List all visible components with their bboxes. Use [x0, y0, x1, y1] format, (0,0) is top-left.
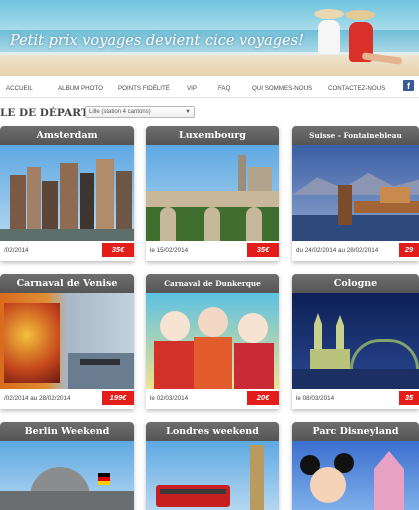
trip-date: /02/2014 au 28/02/2014 [4, 395, 71, 402]
trip-photo-luxembourg [146, 145, 279, 241]
trip-photo-cologne [292, 293, 419, 389]
trip-date: le 08/03/2014 [296, 395, 335, 402]
trip-photo-londres [146, 441, 279, 510]
trip-card-londres[interactable]: Londres weekend [146, 422, 279, 510]
trip-card-title: Carnaval de Venise [0, 274, 134, 293]
price-badge: 35€ [247, 243, 279, 257]
trip-date: le 02/03/2014 [150, 395, 189, 402]
departure-select[interactable]: Lille (station 4 cantons) ▼ [85, 106, 195, 118]
nav-item-contactez-nous[interactable]: CONTACTEZ-NOUS [328, 85, 385, 92]
trip-card-berlin[interactable]: Berlin Weekend [0, 422, 134, 510]
chevron-down-icon: ▼ [185, 109, 191, 115]
header-banner: Petit prix voyages devient cice voyages! [0, 0, 419, 76]
banner-title: Petit prix voyages devient cice voyages! [10, 33, 304, 49]
trip-card-disneyland[interactable]: Parc Disneyland [292, 422, 419, 510]
trip-date: /02/2014 [4, 247, 29, 254]
nav-divider [0, 97, 419, 98]
trip-date: le 15/02/2014 [150, 247, 189, 254]
nav-item-accueil[interactable]: ACCUEIL [6, 85, 33, 92]
trip-photo-dunkerque [146, 293, 279, 389]
trip-card-footer: du 24/02/2014 au 28/02/2014 29 [292, 241, 419, 261]
trip-card-footer: /02/2014 au 28/02/2014 199€ [0, 389, 134, 409]
trip-photo-disneyland [292, 441, 419, 510]
trip-card-title: Londres weekend [146, 422, 279, 441]
trip-photo-suisse [292, 145, 419, 241]
banner-person [318, 20, 340, 54]
trip-card-title: Amsterdam [0, 126, 134, 145]
trip-card-footer: le 08/03/2014 35 [292, 389, 419, 409]
trip-card-title: Berlin Weekend [0, 422, 134, 441]
nav-item-faq[interactable]: FAQ [218, 85, 230, 92]
trip-date: du 24/02/2014 au 28/02/2014 [296, 247, 379, 254]
price-badge: 20€ [247, 391, 279, 405]
trip-card-venise[interactable]: Carnaval de Venise /02/2014 au 28/02/201… [0, 274, 134, 409]
trip-card-title: Parc Disneyland [292, 422, 419, 441]
departure-label: LE DE DÉPART : [0, 107, 97, 119]
trip-card-title: Carnaval de Dunkerque [146, 274, 279, 293]
price-badge: 35 [399, 391, 419, 405]
trip-card-dunkerque[interactable]: Carnaval de Dunkerque le 02/03/2014 20€ [146, 274, 279, 409]
trip-card-luxembourg[interactable]: Luxembourg le 15/02/2014 35€ [146, 126, 279, 261]
nav-item-qui-sommes-nous[interactable]: QUI SOMMES-NOUS [252, 85, 312, 92]
banner-person-hat [314, 9, 344, 19]
trip-photo-venise [0, 293, 134, 389]
trip-card-suisse[interactable]: Suisse - Fontainebleau du 24/02/2014 au … [292, 126, 419, 261]
trip-card-footer: /02/2014 35€ [0, 241, 134, 261]
nav-item-album-photo[interactable]: ALBUM PHOTO [58, 85, 103, 92]
nav-item-points-fidelite[interactable]: POINTS FIDÉLITÉ [118, 85, 170, 92]
price-badge: 29 [399, 243, 419, 257]
trip-card-title: Luxembourg [146, 126, 279, 145]
banner-person-hat [345, 10, 375, 20]
trip-card-footer: le 02/03/2014 20€ [146, 389, 279, 409]
price-badge: 35€ [102, 243, 134, 257]
trip-card-amsterdam[interactable]: Amsterdam /02/2014 35€ [0, 126, 134, 261]
trip-photo-berlin [0, 441, 134, 510]
trip-photo-amsterdam [0, 145, 134, 241]
price-badge: 199€ [102, 391, 134, 405]
nav-item-vip[interactable]: VIP [187, 85, 197, 92]
facebook-icon[interactable]: f [403, 80, 414, 91]
departure-select-value: Lille (station 4 cantons) [89, 109, 151, 115]
trip-card-title: Cologne [292, 274, 419, 293]
main-nav: ACCUEIL ALBUM PHOTO POINTS FIDÉLITÉ VIP … [0, 80, 419, 96]
trip-card-cologne[interactable]: Cologne le 08/03/2014 35 [292, 274, 419, 409]
trip-card-title: Suisse - Fontainebleau [292, 126, 419, 145]
trip-card-footer: le 15/02/2014 35€ [146, 241, 279, 261]
